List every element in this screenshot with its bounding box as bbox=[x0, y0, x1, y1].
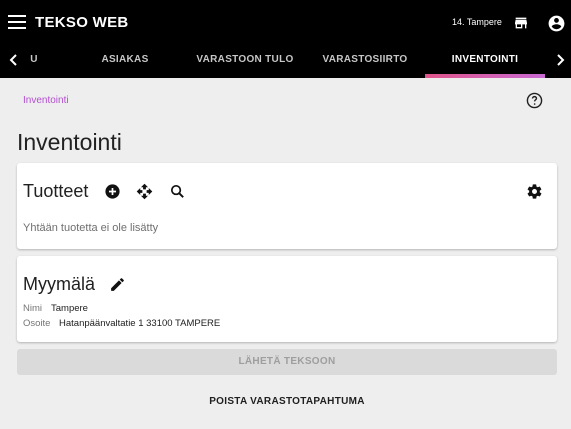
tab-varastosiirto[interactable]: VARASTOSIIRTO bbox=[310, 46, 420, 74]
move-icon[interactable] bbox=[136, 183, 153, 200]
top-app-bar: TEKSO WEB 14. Tampere U ASIAKAS VARASTOO… bbox=[0, 0, 571, 78]
active-tab-indicator bbox=[425, 74, 545, 78]
tab-u[interactable]: U bbox=[26, 46, 42, 74]
store-card: Myymälä Nimi Tampere Osoite Hatanpäänval… bbox=[17, 256, 557, 342]
gear-icon[interactable] bbox=[526, 183, 543, 200]
help-circle-icon[interactable] bbox=[526, 92, 543, 109]
chevron-left-icon[interactable] bbox=[8, 53, 20, 67]
current-store-label[interactable]: 14. Tampere bbox=[452, 17, 502, 27]
store-address-label: Osoite bbox=[23, 318, 51, 329]
products-card: Tuotteet Yhtään tuotetta ei ole lisätty bbox=[17, 163, 557, 249]
delete-stock-event-button[interactable]: POISTA VARASTOTAPAHTUMA bbox=[17, 389, 557, 415]
menu-icon[interactable] bbox=[8, 15, 26, 29]
store-card-title: Myymälä bbox=[23, 274, 96, 294]
search-icon[interactable] bbox=[169, 183, 186, 200]
store-icon[interactable] bbox=[512, 15, 530, 31]
app-title: TEKSO WEB bbox=[35, 14, 129, 31]
account-circle-icon[interactable] bbox=[547, 14, 566, 33]
chevron-right-icon[interactable] bbox=[554, 53, 566, 67]
breadcrumb[interactable]: Inventointi bbox=[23, 95, 69, 106]
send-to-tekso-button[interactable]: LÄHETÄ TEKSOON bbox=[17, 349, 557, 375]
store-name-label: Nimi bbox=[23, 303, 42, 314]
store-address-value: Hatanpäänvaltatie 1 33100 TAMPERE bbox=[59, 318, 221, 329]
tab-bar: U ASIAKAS VARASTOON TULO VARASTOSIIRTO I… bbox=[0, 46, 571, 78]
store-name-value: Tampere bbox=[51, 303, 88, 314]
tab-varastoon-tulo[interactable]: VARASTOON TULO bbox=[185, 46, 305, 74]
pencil-icon[interactable] bbox=[109, 276, 126, 293]
tab-inventointi[interactable]: INVENTOINTI bbox=[425, 46, 545, 74]
tab-asiakas[interactable]: ASIAKAS bbox=[85, 46, 165, 74]
products-title: Tuotteet bbox=[23, 181, 89, 201]
add-circle-icon[interactable] bbox=[104, 183, 121, 200]
products-empty-text: Yhtään tuotetta ei ole lisätty bbox=[23, 222, 159, 234]
page-title: Inventointi bbox=[17, 129, 122, 155]
